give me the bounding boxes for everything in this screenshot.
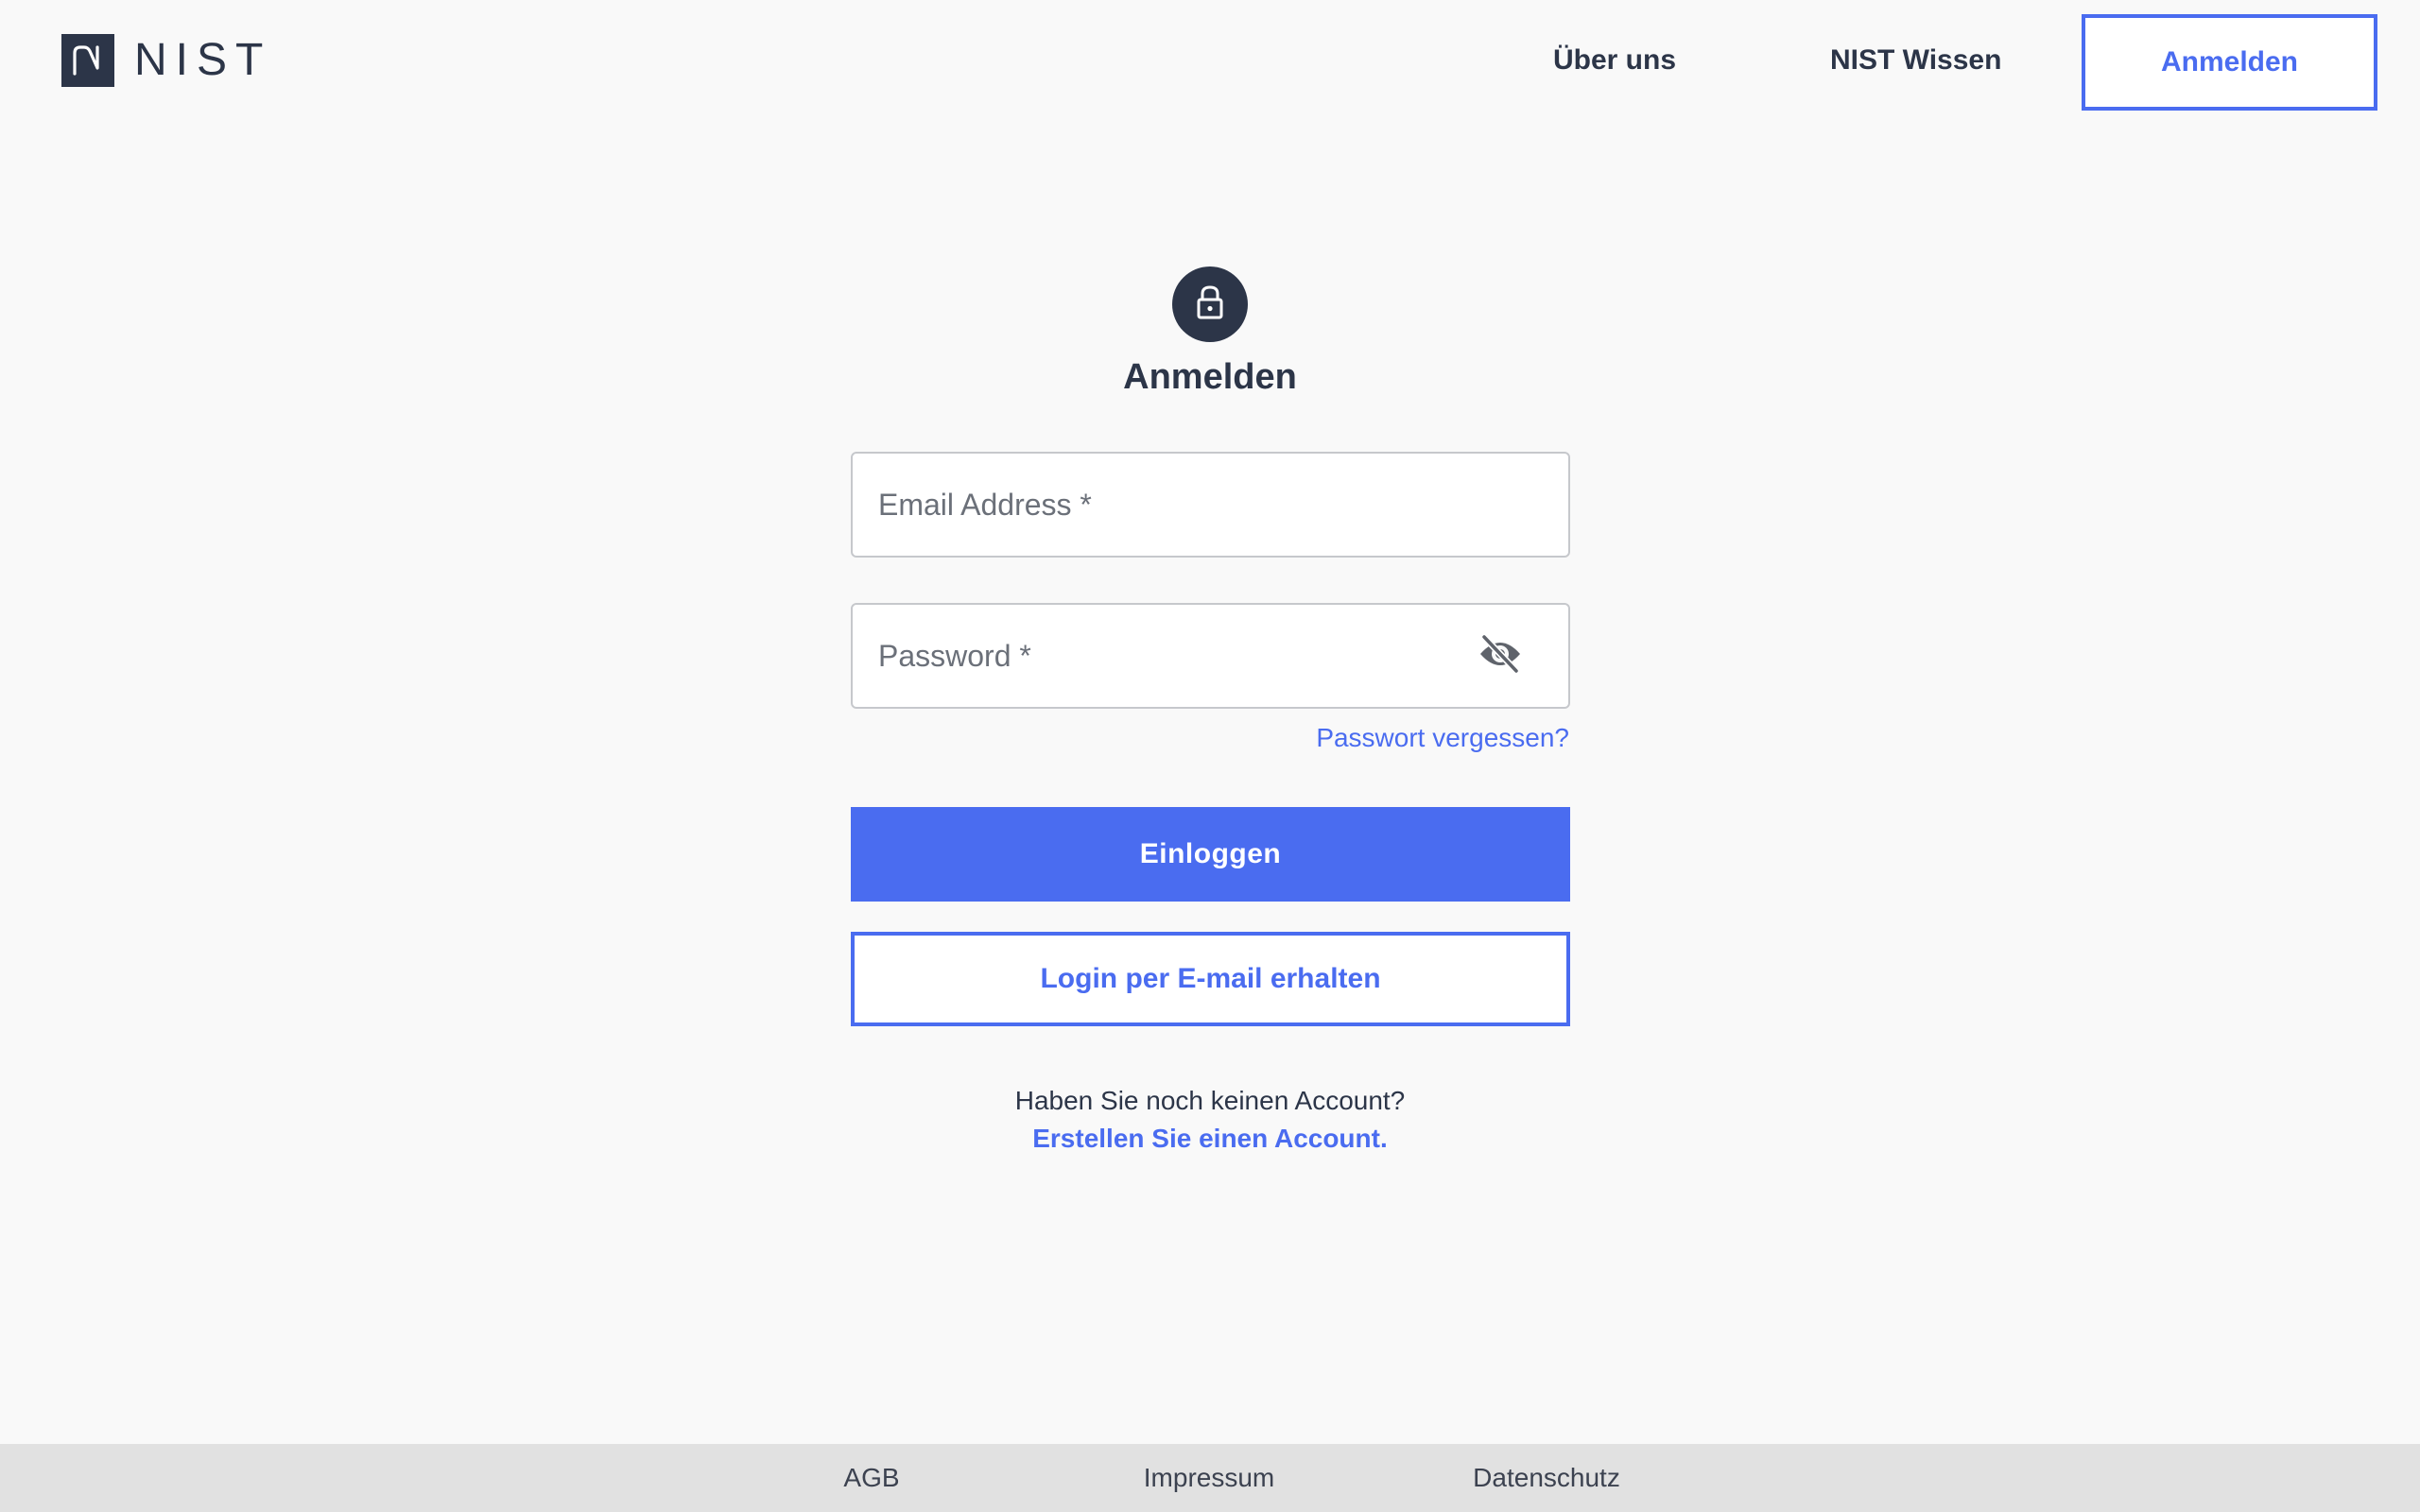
eye-off-icon — [1478, 633, 1523, 679]
create-account-link[interactable]: Erstellen Sie einen Account. — [1032, 1124, 1388, 1153]
forgot-password-link[interactable]: Passwort vergessen? — [1316, 723, 1569, 753]
toggle-password-visibility-button[interactable] — [1478, 633, 1523, 679]
nist-logo[interactable]: NIST — [61, 34, 271, 87]
top-navbar: NIST Über uns NIST Wissen Anmelden — [0, 0, 2420, 121]
email-login-button[interactable]: Login per E-mail erhalten — [851, 932, 1570, 1026]
lock-badge — [1172, 266, 1248, 342]
password-input[interactable] — [853, 605, 1568, 707]
no-account-text: Haben Sie noch keinen Account? — [1014, 1086, 1406, 1115]
login-title: Anmelden — [1123, 357, 1297, 397]
logo-text: NIST — [134, 35, 272, 85]
footer-link-impressum[interactable]: Impressum — [1144, 1444, 1274, 1512]
nav-link-about[interactable]: Über uns — [1553, 34, 1676, 87]
email-field — [851, 452, 1570, 558]
nav-login-button[interactable]: Anmelden — [2082, 14, 2377, 111]
nist-logo-icon — [61, 34, 114, 87]
login-submit-button[interactable]: Einloggen — [851, 807, 1570, 902]
footer-link-agb[interactable]: AGB — [843, 1444, 899, 1512]
password-field — [851, 603, 1570, 709]
email-input[interactable] — [853, 454, 1568, 556]
create-account-row: Erstellen Sie einen Account. — [0, 1124, 2420, 1154]
nav-link-wissen[interactable]: NIST Wissen — [1830, 34, 2001, 87]
footer-link-datenschutz[interactable]: Datenschutz — [1473, 1444, 1620, 1512]
lock-icon — [1193, 284, 1227, 326]
footer: AGB Impressum Datenschutz — [0, 1444, 2420, 1512]
